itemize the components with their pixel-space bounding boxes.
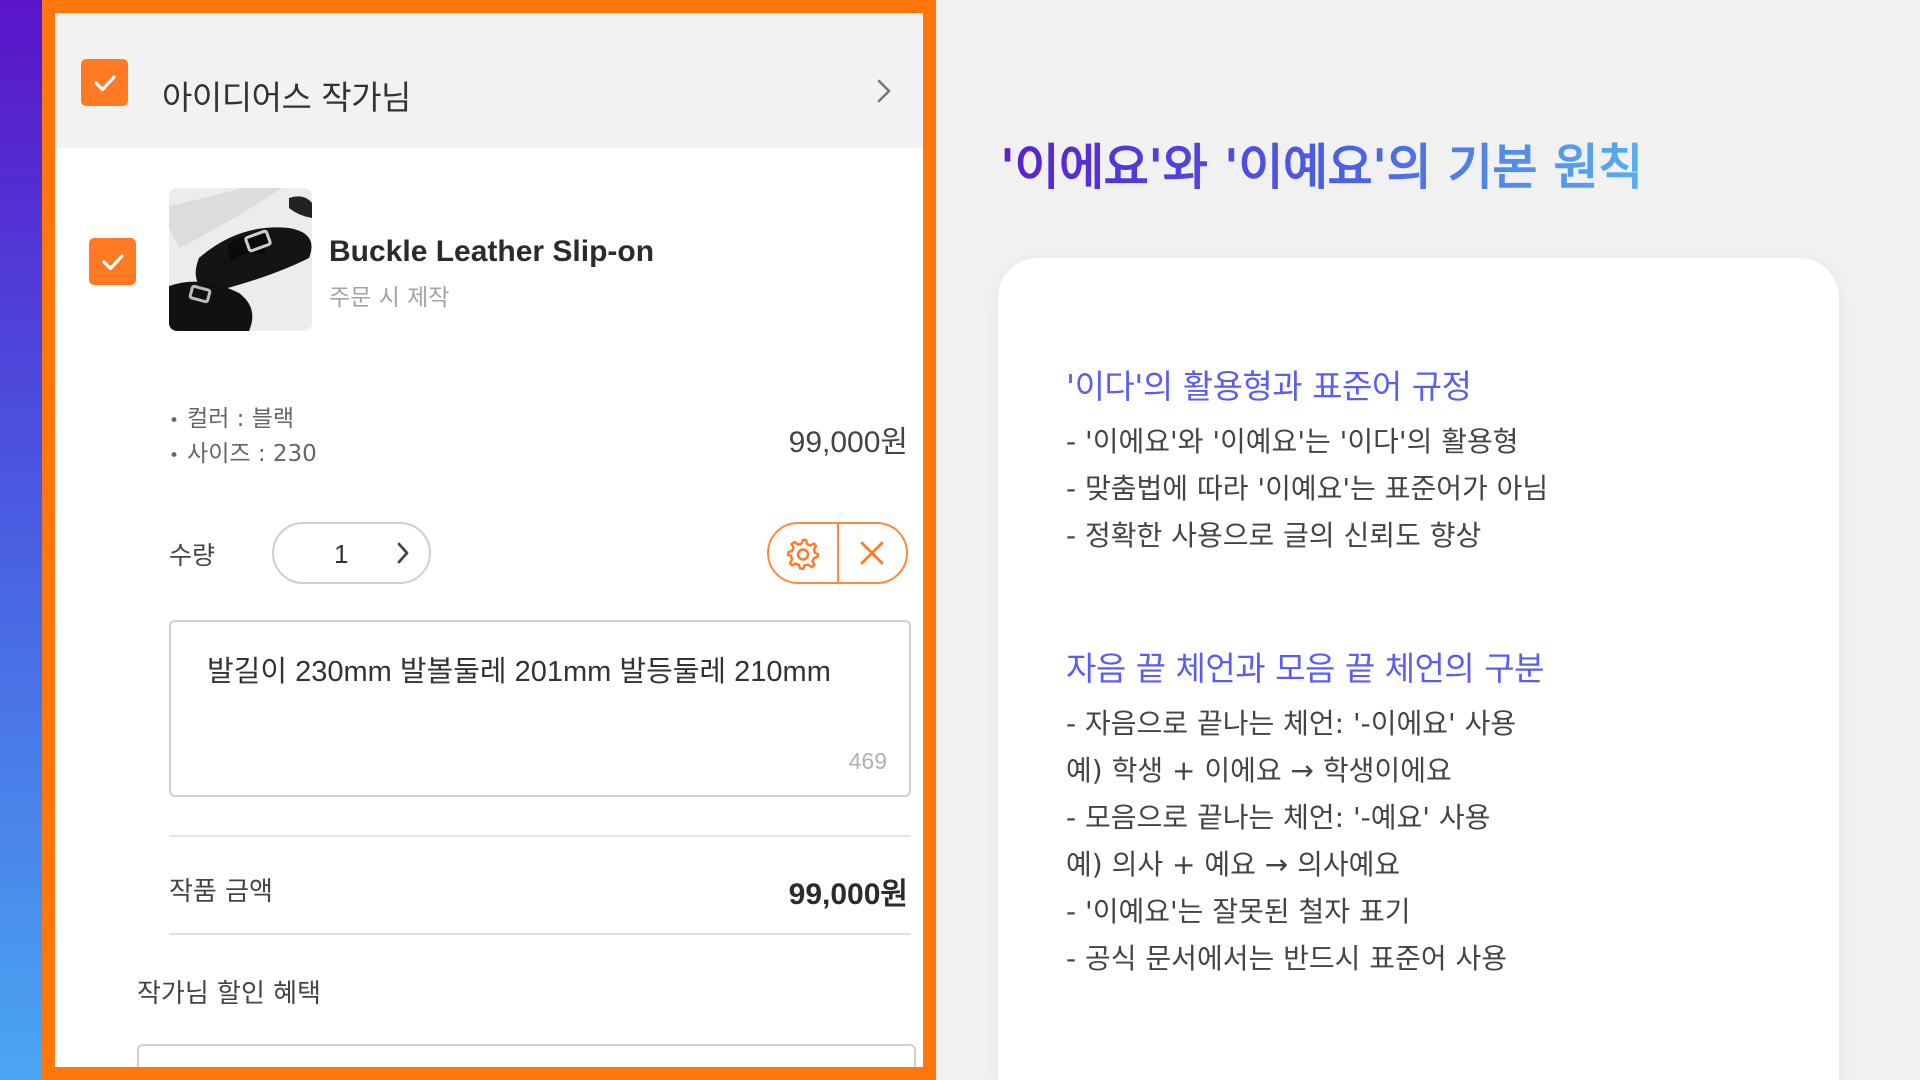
shop-checkbox[interactable] <box>81 59 128 106</box>
discount-label: 작가님 할인 혜택 <box>137 979 321 1009</box>
section-heading: '이다'의 활용형과 표준어 규정 <box>1066 367 1472 406</box>
request-memo-field[interactable]: 발길이 230mm 발볼둘레 201mm 발등둘레 210mm 469 <box>169 620 911 797</box>
divider <box>169 835 911 837</box>
info-card: '이다'의 활용형과 표준어 규정 - '이에요'와 '이예요'는 '이다'의 … <box>998 258 1839 1080</box>
section-body: - '이에요'와 '이예요'는 '이다'의 활용형 - 맞춤법에 따라 '이예요… <box>1066 418 1548 559</box>
option-list: 컬러 : 블랙 사이즈 : 230 <box>169 403 317 473</box>
option-size: 사이즈 : 230 <box>169 438 317 473</box>
coupon-select[interactable]: 쿠폰을 선택해주세요 <box>137 1044 916 1080</box>
item-total-label: 작품 금액 <box>169 877 273 907</box>
product-subtitle: 주문 시 제작 <box>329 285 450 311</box>
body-line: 예) 학생 + 이에요 → 학생이에요 <box>1066 754 1452 787</box>
item-checkbox[interactable] <box>89 238 136 285</box>
section-body: - 자음으로 끝나는 체언: '-이에요' 사용 예) 학생 + 이에요 → 학… <box>1066 700 1516 982</box>
item-action-group <box>767 522 908 584</box>
remove-item-button[interactable] <box>836 524 907 582</box>
cart-panel: 아이디어스 작가님 Buckle Leather Slip-on 주문 시 제작… <box>42 0 936 1080</box>
checkmark-icon <box>101 253 124 270</box>
shop-name: 아이디어스 작가님 <box>162 78 411 117</box>
quantity-stepper[interactable]: 1 <box>272 522 431 584</box>
body-line: - 맞춤법에 따라 '이예요'는 표준어가 아님 <box>1066 472 1549 505</box>
product-thumbnail[interactable] <box>169 188 312 331</box>
shop-header[interactable]: 아이디어스 작가님 <box>55 13 923 148</box>
product-title[interactable]: Buckle Leather Slip-on <box>329 235 654 269</box>
body-line: - 모음으로 끝나는 체언: '-예요' 사용 <box>1066 801 1491 834</box>
body-line: - 자음으로 끝나는 체언: '-이에요' 사용 <box>1066 707 1517 740</box>
option-color: 컬러 : 블랙 <box>169 403 317 438</box>
chevron-right-icon[interactable] <box>873 77 895 105</box>
checkmark-icon <box>93 74 116 91</box>
sandal-photo <box>169 188 312 331</box>
body-line: - '이에요'와 '이예요'는 '이다'의 활용형 <box>1066 425 1519 458</box>
quantity-value: 1 <box>334 539 349 569</box>
divider <box>169 933 911 935</box>
section-heading: 자음 끝 체언과 모음 끝 체언의 구분 <box>1066 649 1544 688</box>
body-line: 예) 의사 + 예요 → 의사예요 <box>1066 848 1401 881</box>
item-price: 99,000원 <box>788 426 908 459</box>
memo-char-count: 469 <box>848 748 887 774</box>
option-settings-button[interactable] <box>769 524 837 582</box>
page-title: '이에요'와 '이예요'의 기본 원칙 <box>1000 128 1643 199</box>
quantity-label: 수량 <box>169 541 216 570</box>
close-icon <box>860 541 884 565</box>
gear-icon <box>786 538 819 570</box>
body-line: - 정확한 사용으로 글의 신뢰도 향상 <box>1066 519 1482 552</box>
background-gradient-stripe <box>0 0 48 1080</box>
body-line: - '이예요'는 잘못된 철자 표기 <box>1066 895 1411 928</box>
item-total-value: 99,000원 <box>788 878 908 911</box>
body-line: - 공식 문서에서는 반드시 표준어 사용 <box>1066 942 1508 975</box>
memo-text: 발길이 230mm 발볼둘레 201mm 발등둘레 210mm <box>207 656 831 688</box>
chevron-right-icon[interactable] <box>393 540 413 566</box>
coupon-placeholder: 쿠폰을 선택해주세요 <box>175 1068 381 1080</box>
